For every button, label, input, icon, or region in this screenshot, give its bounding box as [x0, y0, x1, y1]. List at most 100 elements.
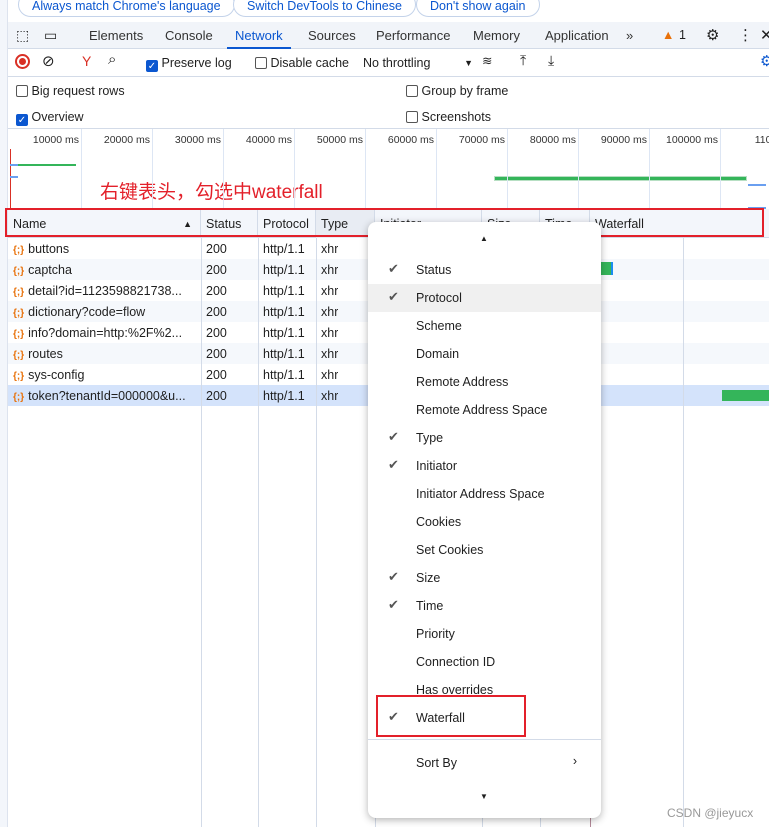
- tab-console[interactable]: Console: [165, 22, 213, 49]
- menu-item-remote-address[interactable]: Remote Address: [368, 368, 601, 396]
- gear-icon[interactable]: ⚙: [706, 26, 719, 44]
- inspect-element-icon[interactable]: ⬚: [16, 27, 29, 44]
- tab-performance[interactable]: Performance: [376, 22, 450, 49]
- big-request-rows-checkbox[interactable]: Big request rows: [16, 84, 125, 98]
- cell-name: {;} info?domain=http:%2F%2...: [13, 326, 183, 340]
- menu-item-initiator-address-space[interactable]: Initiator Address Space: [368, 480, 601, 508]
- preserve-log-checkbox[interactable]: ✓ Preserve log: [146, 56, 232, 72]
- cell-protocol: http/1.1: [263, 389, 305, 403]
- checkmark-icon: ✔: [388, 289, 399, 304]
- checkmark-icon: ✔: [388, 261, 399, 276]
- tab-elements[interactable]: Elements: [89, 22, 143, 49]
- clear-icon[interactable]: ⊘: [42, 52, 55, 70]
- menu-item-initiator[interactable]: ✔ Initiator: [368, 452, 601, 480]
- menu-item-set-cookies[interactable]: Set Cookies: [368, 536, 601, 564]
- menu-item-cookies[interactable]: Cookies: [368, 508, 601, 536]
- timeline-tick: 60000 ms: [387, 134, 434, 146]
- close-icon[interactable]: ✕: [760, 26, 769, 44]
- menu-item-remote-address-space[interactable]: Remote Address Space: [368, 396, 601, 424]
- group-by-frame-checkbox[interactable]: Group by frame: [406, 84, 508, 98]
- tab-memory[interactable]: Memory: [473, 22, 520, 49]
- more-options-icon[interactable]: ⋮: [738, 26, 753, 44]
- cell-status: 200: [206, 284, 227, 298]
- timeline-tick: 80000 ms: [529, 134, 576, 146]
- waterfall-bar: [722, 390, 769, 401]
- menu-separator: [368, 739, 601, 740]
- network-toolbar: ⊘ Y ⌕ ✓ Preserve log Disable cache No th…: [8, 49, 769, 77]
- search-icon[interactable]: ⌕: [108, 51, 116, 68]
- menu-item-scheme[interactable]: Scheme: [368, 312, 601, 340]
- column-divider: [316, 238, 317, 827]
- checkmark-icon: ✔: [388, 457, 399, 472]
- network-conditions-icon[interactable]: ≋: [482, 53, 492, 68]
- cell-type: xhr: [321, 347, 339, 361]
- import-har-icon[interactable]: ⤒: [520, 52, 526, 69]
- cell-type: xhr: [321, 305, 339, 319]
- menu-item-protocol[interactable]: ✔ Protocol: [368, 284, 601, 312]
- timeline-tick: 90000 ms: [600, 134, 647, 146]
- annotation-text: 右键表头，勾选中waterfall: [100, 182, 323, 203]
- disable-cache-checkbox[interactable]: Disable cache: [255, 56, 349, 70]
- tab-application[interactable]: Application: [545, 22, 609, 49]
- menu-item-status[interactable]: ✔ Status: [368, 256, 601, 284]
- overview-timeline[interactable]: 右键表头，勾选中waterfall 10000 ms 20000 ms 30000 …: [8, 129, 769, 209]
- column-divider: [201, 238, 202, 827]
- menu-item-type[interactable]: ✔ Type: [368, 424, 601, 452]
- xhr-icon: {;}: [13, 266, 25, 277]
- export-har-icon[interactable]: ⤓: [548, 52, 554, 69]
- menu-item-sort-by[interactable]: Sort By ›: [368, 749, 601, 777]
- cell-protocol: http/1.1: [263, 305, 305, 319]
- overview-checkbox[interactable]: ✓ Overview: [16, 110, 84, 126]
- scroll-down-icon[interactable]: ▼: [480, 792, 488, 801]
- xhr-icon: {;}: [13, 371, 25, 382]
- cell-protocol: http/1.1: [263, 284, 305, 298]
- timeline-tick: 20000 ms: [103, 134, 150, 146]
- dont-show-again-button[interactable]: Don't show again: [416, 0, 540, 17]
- timeline-tick: 50000 ms: [316, 134, 363, 146]
- timeline-bar: [494, 176, 747, 181]
- menu-item-size[interactable]: ✔ Size: [368, 564, 601, 592]
- cell-status: 200: [206, 389, 227, 403]
- cell-protocol: http/1.1: [263, 326, 305, 340]
- timeline-tick: 30000 ms: [174, 134, 221, 146]
- waterfall-highlight-box: [376, 695, 526, 737]
- timeline-tick: 10000 ms: [32, 134, 79, 146]
- scroll-up-icon[interactable]: ▲: [480, 234, 488, 243]
- checkmark-icon: ✔: [388, 429, 399, 444]
- checkmark-icon: ✔: [388, 597, 399, 612]
- language-infobar: Always match Chrome's language Switch De…: [0, 0, 769, 22]
- device-toolbar-icon[interactable]: ▭: [44, 27, 57, 44]
- tab-sources[interactable]: Sources: [308, 22, 356, 49]
- filter-icon[interactable]: Y: [82, 53, 91, 69]
- xhr-icon: {;}: [13, 287, 25, 298]
- cell-type: xhr: [321, 242, 339, 256]
- network-settings-panel: Big request rows ✓ Overview Group by fra…: [8, 77, 769, 129]
- throttling-select[interactable]: No throttling ▼: [363, 56, 473, 70]
- menu-item-connection-id[interactable]: Connection ID: [368, 648, 601, 676]
- timeline-tick: 100000 ms: [666, 134, 718, 146]
- screenshots-checkbox[interactable]: Screenshots: [406, 110, 491, 124]
- cell-type: xhr: [321, 263, 339, 277]
- warning-count[interactable]: 1: [679, 28, 686, 42]
- record-icon[interactable]: [15, 54, 30, 69]
- cell-status: 200: [206, 305, 227, 319]
- match-language-button[interactable]: Always match Chrome's language: [18, 0, 235, 17]
- warning-icon[interactable]: ▲: [662, 28, 674, 42]
- cell-name: {;} buttons: [13, 242, 70, 256]
- left-panel-edge: [0, 0, 8, 827]
- network-settings-icon[interactable]: ⚙: [760, 52, 769, 70]
- tab-network[interactable]: Network: [227, 22, 291, 49]
- menu-item-domain[interactable]: Domain: [368, 340, 601, 368]
- menu-item-priority[interactable]: Priority: [368, 620, 601, 648]
- timeline-bar: [10, 164, 18, 178]
- menu-item-time[interactable]: ✔ Time: [368, 592, 601, 620]
- cell-protocol: http/1.1: [263, 242, 305, 256]
- watermark: CSDN @jieyucx: [667, 806, 754, 820]
- xhr-icon: {;}: [13, 245, 25, 256]
- more-tabs-button[interactable]: »: [626, 22, 633, 49]
- timeline-bar: [16, 164, 76, 166]
- xhr-icon: {;}: [13, 350, 25, 361]
- column-divider: [258, 238, 259, 827]
- switch-chinese-button[interactable]: Switch DevTools to Chinese: [233, 0, 416, 17]
- cell-name: {;} dictionary?code=flow: [13, 305, 146, 319]
